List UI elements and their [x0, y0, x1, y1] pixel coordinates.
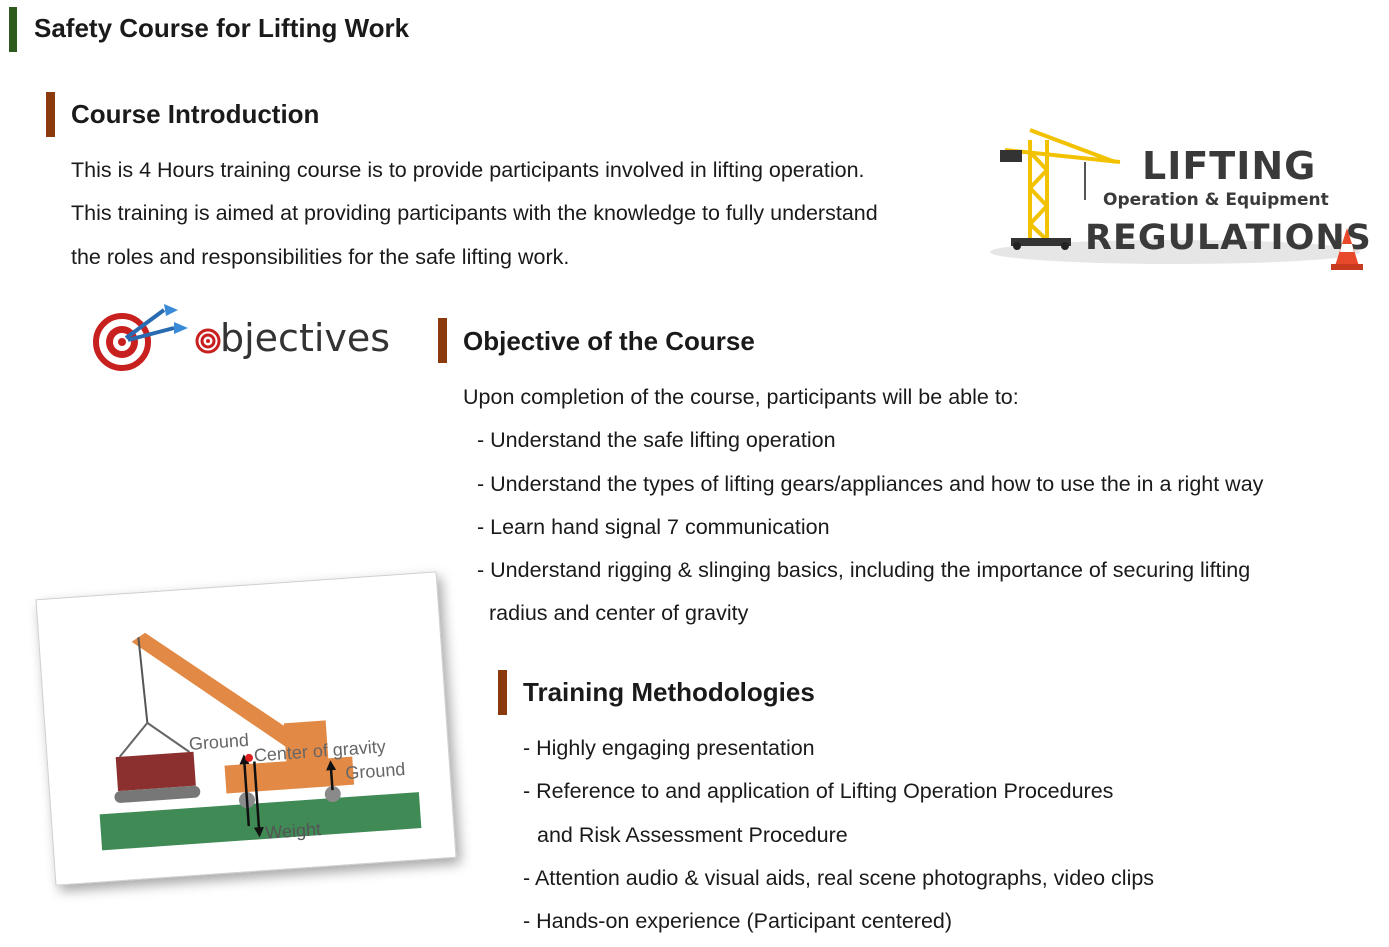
list-item: - Understand rigging & slinging basics, …: [477, 558, 1251, 583]
label-ground-left: Ground: [188, 729, 250, 754]
operation-equipment-word: Operation & Equipment: [1103, 190, 1329, 210]
title-accent-bar: [9, 7, 17, 52]
objective-list: Upon completion of the course, participa…: [463, 376, 1263, 636]
list-item: - Attention audio & visual aids, real sc…: [523, 865, 1155, 890]
list-item: - Highly engaging presentation: [523, 736, 815, 760]
list-item: - Learn hand signal 7 communication: [477, 514, 830, 539]
target-o-icon: [195, 328, 221, 354]
list-item: - Hands-on experience (Participant cente…: [523, 909, 953, 934]
label-weight: Weight: [264, 819, 322, 843]
intro-heading: Course Introduction: [71, 99, 320, 129]
methodologies-heading: Training Methodologies: [523, 677, 815, 707]
crane-gravity-photo: Ground Center of gravity Ground Weight: [35, 571, 457, 886]
label-ground-right: Ground: [344, 759, 406, 784]
crane-diagram: [99, 632, 422, 851]
lifting-regulations-logo: LIFTING Operation & Equipment REGULATION…: [985, 122, 1371, 277]
list-item-continued: radius and center of gravity: [489, 601, 749, 626]
intro-line: This is 4 Hours training course is to pr…: [71, 158, 865, 182]
list-item: - Reference to and application of Liftin…: [523, 779, 1114, 804]
list-item: - Understand the safe lifting operation: [477, 428, 836, 453]
intro-text: This is 4 Hours training course is to pr…: [71, 149, 878, 279]
list-item: - Understand the types of lifting gears/…: [477, 471, 1264, 496]
target-darts-icon: [93, 304, 188, 371]
objective-heading: Objective of the Course: [463, 326, 755, 356]
traffic-cone-icon: [1331, 228, 1363, 270]
section-accent-bar: [438, 318, 447, 363]
intro-line: This training is aimed at providing part…: [71, 201, 878, 226]
objectives-word: bjectives: [220, 316, 391, 360]
objective-intro: Upon completion of the course, participa…: [463, 385, 1019, 409]
section-accent-bar: [498, 670, 507, 715]
page-title: Safety Course for Lifting Work: [34, 13, 410, 43]
intro-line: the roles and responsibilities for the s…: [71, 244, 570, 269]
objectives-logo: bjectives: [92, 300, 392, 380]
section-accent-bar: [46, 92, 55, 137]
list-item-continued: and Risk Assessment Procedure: [537, 822, 848, 847]
methodologies-list: - Highly engaging presentation - Referen…: [523, 727, 1154, 943]
lifting-word: LIFTING: [1142, 144, 1317, 188]
